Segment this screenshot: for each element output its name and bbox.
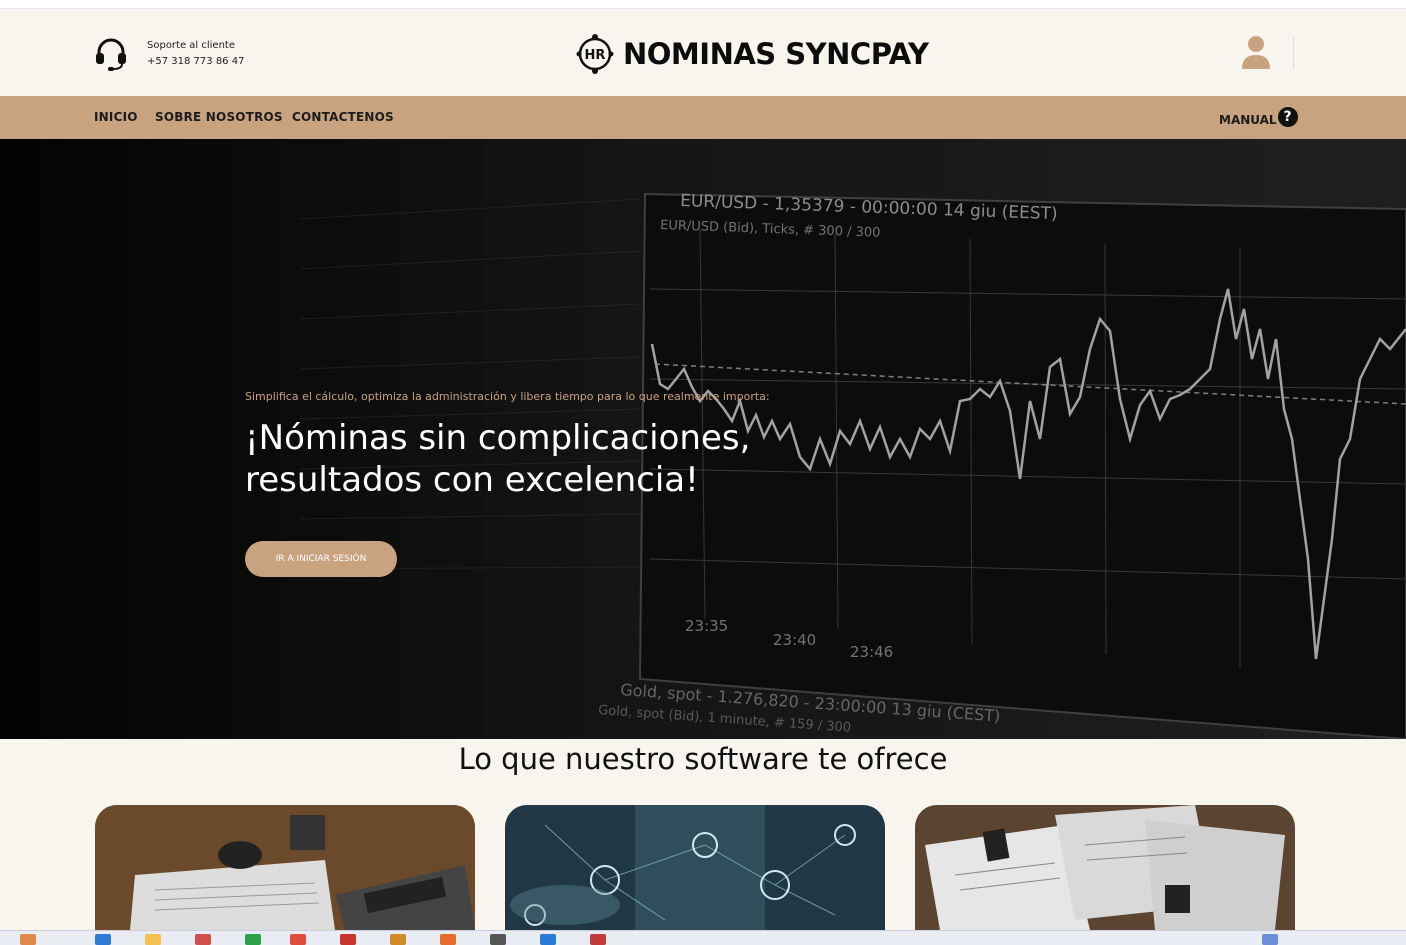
site-header: Soporte al cliente +57 318 773 86 47 HR … — [0, 9, 1406, 96]
headset-icon — [96, 38, 126, 71]
terminal-icon[interactable] — [490, 934, 506, 945]
logo-text: HR — [585, 48, 606, 63]
user-account-icon[interactable] — [1238, 33, 1274, 73]
taskbar-app-icon[interactable] — [440, 934, 456, 945]
os-taskbar — [0, 930, 1406, 945]
folder-icon[interactable] — [145, 934, 161, 945]
code-editor-icon[interactable] — [540, 934, 556, 945]
taskbar-app-icon[interactable] — [340, 934, 356, 945]
brand-logo-link[interactable]: HR NOMINAS SYNCPAY — [575, 33, 929, 75]
feature-card-1[interactable] — [95, 805, 475, 930]
documents-clips-image — [915, 805, 1295, 930]
taskbar-app-icon[interactable] — [245, 934, 261, 945]
nav-sobre-nosotros[interactable]: SOBRE NOSOTROS — [155, 110, 283, 124]
start-icon[interactable] — [20, 934, 36, 945]
hero-title: ¡Nóminas sin complicaciones, resultados … — [245, 417, 750, 501]
nav-inicio[interactable]: INICIO — [94, 110, 138, 124]
browser-icon[interactable] — [290, 934, 306, 945]
hero-title-line-2: resultados con excelencia! — [245, 460, 699, 500]
customer-support[interactable]: Soporte al cliente +57 318 773 86 47 — [93, 36, 244, 72]
brand-name: NOMINAS SYNCPAY — [623, 37, 929, 71]
hr-logo-icon: HR — [576, 34, 614, 74]
hero-banner: EUR/USD - 1,35379 - 00:00:00 14 giu (EES… — [0, 139, 1406, 739]
hero-subtitle: Simplifica el cálculo, optimiza la admin… — [245, 390, 770, 403]
feature-card-2[interactable] — [505, 805, 885, 930]
nav-contactenos[interactable]: CONTACTENOS — [292, 110, 394, 124]
login-button[interactable]: IR A INICIAR SESIÓN — [245, 541, 397, 577]
taskbar-app-icon[interactable] — [590, 934, 606, 945]
header-divider — [1293, 37, 1294, 69]
main-navbar: INICIO SOBRE NOSOTROS CONTACTENOS MANUAL… — [0, 96, 1406, 139]
help-icon: ? — [1277, 107, 1298, 127]
hero-title-line-1: ¡Nóminas sin complicaciones, — [245, 418, 751, 458]
manual-label: MANUAL — [1219, 113, 1277, 127]
feature-card-3[interactable] — [915, 805, 1295, 930]
browser-top-strip — [0, 0, 1406, 9]
taskbar-app-icon[interactable] — [195, 934, 211, 945]
network-business-image — [505, 805, 885, 930]
support-label: Soporte al cliente — [147, 40, 235, 51]
manual-link[interactable]: MANUAL ? — [1219, 107, 1298, 127]
taskbar-app-icon[interactable] — [95, 934, 111, 945]
notification-icon[interactable] — [1262, 934, 1278, 945]
support-phone: +57 318 773 86 47 — [147, 56, 245, 67]
calculator-desk-image — [95, 805, 475, 930]
features-section-title: Lo que nuestro software te ofrece — [458, 742, 948, 776]
taskbar-app-icon[interactable] — [390, 934, 406, 945]
